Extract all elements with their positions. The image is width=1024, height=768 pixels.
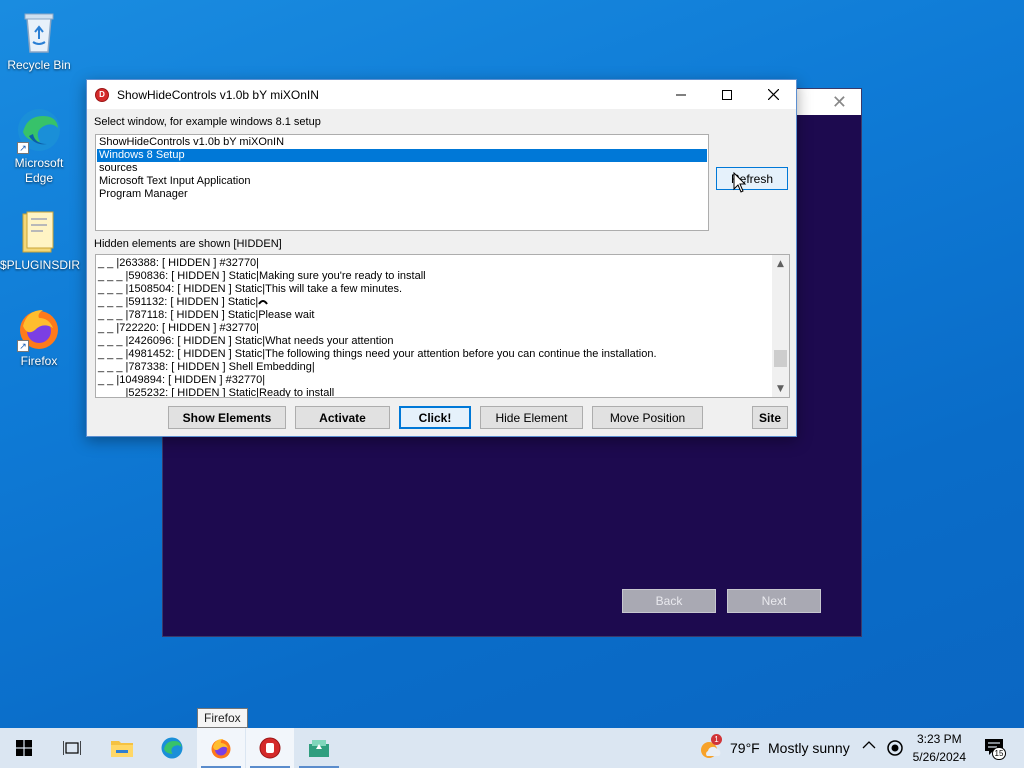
showhidecontrols-app-icon [259, 737, 281, 759]
shortcut-arrow-icon: ↗ [17, 142, 29, 154]
list-item[interactable]: sources [97, 162, 707, 175]
element-line: _ _ _ |1508504: [ HIDDEN ] Static|This w… [98, 283, 403, 295]
element-line: _ _ _ |787118: [ HIDDEN ] Static|Please … [98, 309, 315, 321]
back-button[interactable]: Back [622, 589, 716, 613]
desktop-icon-label: $PLUGINSDIR [0, 258, 81, 272]
list-item[interactable]: ShowHideControls v1.0b bY miXOnIN [97, 136, 707, 149]
firefox-icon: ↗ [15, 304, 63, 352]
element-line: _ _ _ |787338: [ HIDDEN ] Shell Embeddin… [98, 361, 315, 373]
close-icon[interactable]: ✕ [832, 92, 847, 113]
element-line: _ _ |263388: [ HIDDEN ] #32770| [98, 257, 260, 269]
record-icon [887, 740, 903, 756]
taskbar-clock[interactable]: 3:23 PM 5/26/2024 [913, 730, 966, 766]
weather-condition: Mostly sunny [768, 740, 850, 756]
taskbar-setup-app[interactable] [295, 728, 343, 768]
element-line-text: _ _ _ |591132: [ HIDDEN ] Static| [98, 296, 259, 308]
folder-icon [15, 208, 63, 256]
show-elements-button[interactable]: Show Elements [168, 406, 286, 429]
edge-icon: ↗ [15, 106, 63, 154]
minimize-icon [676, 94, 686, 95]
task-view-icon [63, 741, 81, 755]
edge-icon [161, 737, 183, 759]
maximize-icon [722, 89, 732, 100]
start-button[interactable] [0, 728, 48, 768]
hide-element-button[interactable]: Hide Element [480, 406, 583, 429]
element-line: _ _ _ |525232: [ HIDDEN ] Static|Ready t… [98, 387, 335, 398]
desktop-icon-pluginsdir[interactable]: $PLUGINSDIR [0, 208, 81, 273]
show-hidden-icons-button[interactable] [862, 740, 878, 756]
taskbar-showhidecontrols[interactable] [246, 728, 294, 768]
select-window-label: Select window, for example windows 8.1 s… [94, 116, 321, 128]
desktop-icon-label: Recycle Bin [7, 58, 71, 72]
vertical-scrollbar[interactable]: ▲ ▼ [772, 255, 789, 397]
spinner-glyph-icon [258, 300, 269, 305]
list-item[interactable]: Program Manager [97, 188, 707, 201]
weather-badge: 1 [711, 734, 722, 745]
activate-button[interactable]: Activate [295, 406, 390, 429]
taskbar-file-explorer[interactable] [98, 728, 146, 768]
desktop-icon-edge[interactable]: ↗ Microsoft Edge [0, 106, 78, 186]
taskbar-tooltip: Firefox [197, 708, 248, 728]
desktop-icon-label: Microsoft Edge [14, 156, 64, 185]
record-indicator[interactable] [886, 739, 904, 757]
element-line: _ _ |722220: [ HIDDEN ] #32770| [98, 322, 260, 334]
list-item-selected[interactable]: Windows 8 Setup [97, 149, 707, 162]
task-view-button[interactable] [48, 728, 96, 768]
taskbar: 1 79°F Mostly sunny 3:23 PM 5/26/2024 15 [0, 728, 1024, 768]
scroll-thumb[interactable] [774, 350, 787, 367]
firefox-icon [211, 739, 231, 759]
weather-temperature: 79°F [730, 740, 760, 756]
file-explorer-icon [111, 741, 133, 757]
close-button[interactable] [750, 80, 796, 109]
element-line: _ _ _ |4981452: [ HIDDEN ] Static|The fo… [98, 348, 657, 360]
move-position-button[interactable]: Move Position [592, 406, 703, 429]
refresh-button[interactable]: Refresh [716, 167, 788, 190]
desktop-icon-recycle-bin[interactable]: Recycle Bin [0, 8, 78, 73]
windows-logo-icon [16, 740, 32, 756]
dialog-title: ShowHideControls v1.0b bY miXOnIN [117, 87, 319, 102]
elements-textbox[interactable]: _ _ |263388: [ HIDDEN ] #32770| _ _ _ |5… [95, 254, 790, 398]
showhidecontrols-dialog: D ShowHideControls v1.0b bY miXOnIN Sele… [86, 79, 797, 437]
maximize-button[interactable] [704, 80, 750, 109]
click-button[interactable]: Click! [399, 406, 471, 429]
mouse-cursor-icon [733, 172, 747, 193]
window-listbox[interactable]: ShowHideControls v1.0b bY miXOnIN Window… [95, 134, 709, 231]
chevron-up-icon [862, 741, 876, 749]
list-item[interactable]: Microsoft Text Input Application [97, 175, 707, 188]
notification-center-button[interactable]: 15 [984, 738, 1006, 760]
shortcut-arrow-icon: ↗ [17, 340, 29, 352]
clock-time: 3:23 PM [916, 732, 962, 746]
desktop-icon-firefox[interactable]: ↗ Firefox [0, 304, 78, 369]
desktop-icon-label: Firefox [20, 354, 58, 368]
scroll-up-icon[interactable]: ▲ [772, 255, 789, 272]
next-button[interactable]: Next [727, 589, 821, 613]
site-button[interactable]: Site [752, 406, 788, 429]
hidden-elements-label: Hidden elements are shown [HIDDEN] [94, 238, 282, 250]
element-line: _ _ _ |590836: [ HIDDEN ] Static|Making … [98, 270, 426, 282]
app-icon: D [95, 87, 109, 102]
scroll-down-icon[interactable]: ▼ [772, 380, 789, 397]
setup-app-icon [309, 740, 329, 757]
element-line: _ _ _ |591132: [ HIDDEN ] Static| [98, 296, 771, 309]
close-icon [767, 89, 779, 100]
element-line: _ _ |1049894: [ HIDDEN ] #32770| [98, 374, 266, 386]
taskbar-edge[interactable] [148, 728, 196, 768]
minimize-button[interactable] [658, 80, 704, 109]
clock-date: 5/26/2024 [912, 750, 966, 764]
weather-widget[interactable]: 1 79°F Mostly sunny [697, 728, 857, 768]
dialog-titlebar: D ShowHideControls v1.0b bY miXOnIN [87, 80, 796, 109]
notification-count: 15 [992, 747, 1006, 760]
element-line: _ _ _ |2426096: [ HIDDEN ] Static|What n… [98, 335, 394, 347]
recycle-bin-icon [15, 8, 63, 56]
taskbar-firefox[interactable] [197, 728, 245, 768]
